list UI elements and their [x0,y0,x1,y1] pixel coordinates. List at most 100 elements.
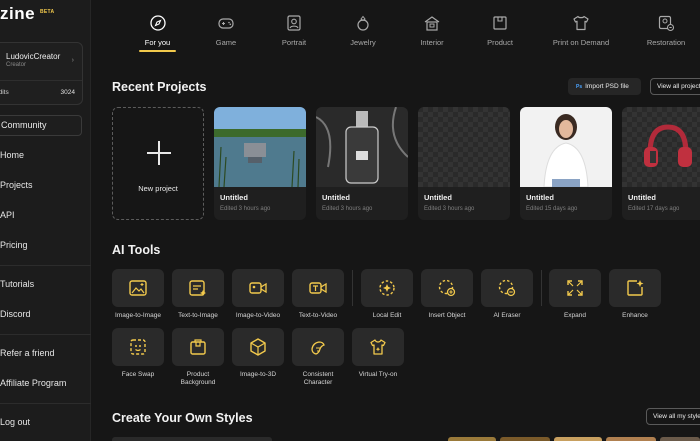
style-card[interactable] [112,437,272,441]
tool-image-to-video[interactable]: Image-to-Video [232,269,284,320]
tool-virtual-try-on[interactable]: Virtual Try-on [352,328,404,379]
ai-tools-title: AI Tools [112,243,161,257]
tool-enhance[interactable]: Enhance [609,269,661,320]
chevron-right-icon: › [71,57,74,64]
view-all-styles-button[interactable]: View all my styles [646,408,700,425]
divider [0,80,82,81]
create-styles-title: Create Your Own Styles [112,411,253,425]
woman-portrait-thumbnail [520,107,612,187]
user-card[interactable]: LudovicCreator Creator › edits 3024 [0,42,83,105]
tool-label: Image-to-Video [235,312,281,319]
style-card[interactable] [554,437,602,441]
tab-label: Game [215,38,237,47]
project-title: Untitled [220,193,248,202]
view-all-projects-button[interactable]: View all projects [650,78,700,95]
project-edited-time: Edited 15 days ago [526,206,578,212]
beta-badge: BETA [40,9,55,15]
tab-label: For you [144,38,171,47]
image-to-image-icon [129,280,147,296]
project-card[interactable]: Untitled Edited 3 hours ago [316,107,408,220]
sidebar-item-home[interactable]: Home [0,150,24,160]
community-button[interactable]: Community [0,115,82,136]
style-card[interactable] [500,437,550,441]
tool-label: Insert Object [428,312,466,319]
tool-image-to-image[interactable]: Image-to-Image [112,269,164,320]
text-to-image-icon [189,280,206,296]
tool-image-to-3d[interactable]: Image-to-3D [232,328,284,379]
eraser-icon [498,279,516,297]
tool-face-swap[interactable]: Face Swap [112,328,164,379]
tab-game[interactable]: Game [208,14,244,47]
project-edited-time: Edited 3 hours ago [424,206,475,212]
tab-label: Interior [420,38,444,47]
sidebar-item-discord[interactable]: Discord [0,309,31,319]
local-edit-icon [379,280,395,296]
divider [0,265,91,266]
import-psd-button[interactable]: Ps Import PSD file [568,78,641,95]
divider [541,270,542,306]
tool-consistent-character[interactable]: Consistent Character [292,328,344,387]
tool-label: Product Background [180,371,216,386]
tool-text-to-video[interactable]: Text-to-Video [292,269,344,320]
project-title: Untitled [322,193,350,202]
style-card[interactable] [660,437,700,441]
new-project-label: New project [138,184,178,193]
user-name: LudovicCreator [6,52,61,61]
tool-label: Expand [563,312,587,319]
headphones-thumbnail [622,107,700,187]
text-to-video-icon [309,282,327,294]
character-icon [311,341,325,355]
tool-label: Local Edit [372,312,402,319]
tab-jewelry[interactable]: Jewelry [345,14,381,47]
project-title: Untitled [424,193,452,202]
product-background-icon [190,339,206,355]
credits-value: 3024 [60,89,75,96]
ring-icon [357,15,369,31]
tshirt-sparkle-icon [370,339,386,355]
expand-icon [567,280,583,296]
tab-interior[interactable]: Interior [414,14,450,47]
project-card[interactable]: Untitled Edited 3 hours ago [214,107,306,220]
project-edited-time: Edited 17 days ago [628,206,680,212]
import-psd-label: Import PSD file [585,83,629,90]
project-card[interactable]: Untitled Edited 17 days ago [622,107,700,220]
tab-restoration[interactable]: Restoration [643,14,689,47]
sidebar-item-logout[interactable]: Log out [0,417,30,427]
tool-text-to-image[interactable]: Text-to-Image [172,269,224,320]
recent-projects-title: Recent Projects [112,80,207,94]
sidebar-item-refer[interactable]: Refer a friend [0,348,55,358]
tab-for-you[interactable]: For you [139,14,176,47]
tool-label: Image-to-3D [239,371,277,378]
tab-product[interactable]: Product [482,14,518,47]
insert-object-icon [438,279,456,297]
style-card[interactable] [448,437,496,441]
tool-insert-object[interactable]: Insert Object [421,269,473,320]
sidebar-item-tutorials[interactable]: Tutorials [0,279,34,289]
tab-portrait[interactable]: Portrait [276,14,312,47]
divider [0,334,91,335]
tab-label: Product [487,38,513,47]
sidebar-item-affiliate[interactable]: Affiliate Program [0,378,66,388]
house-icon [424,16,440,31]
photoshop-icon: Ps [576,84,583,90]
tool-label: Consistent Character [302,371,334,386]
tool-expand[interactable]: Expand [549,269,601,320]
cube-icon [250,338,266,356]
tool-ai-eraser[interactable]: AI Eraser [481,269,533,320]
tool-label: Image-to-Image [115,312,161,319]
tool-label: Text-to-Image [178,312,218,319]
brand-logo[interactable]: zine [0,4,35,24]
new-project-card[interactable]: New project [112,107,204,220]
tool-product-background[interactable]: Product Background [172,328,224,387]
tab-print-on-demand[interactable]: Print on Demand [551,14,611,47]
tool-local-edit[interactable]: Local Edit [361,269,413,320]
project-edited-time: Edited 3 hours ago [220,206,271,212]
tool-label: Enhance [622,312,648,319]
sidebar-item-projects[interactable]: Projects [0,180,33,190]
style-card[interactable] [606,437,656,441]
sidebar-item-pricing[interactable]: Pricing [0,240,28,250]
project-card[interactable]: Untitled Edited 15 days ago [520,107,612,220]
compass-icon [149,15,166,31]
sidebar-item-api[interactable]: API [0,210,15,220]
project-card[interactable]: Untitled Edited 3 hours ago [418,107,510,220]
